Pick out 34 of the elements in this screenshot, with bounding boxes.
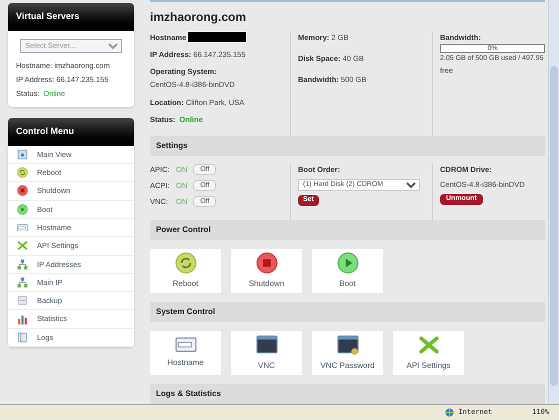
section-header: Logs & Statistics: [150, 384, 545, 404]
action-tile[interactable]: Shutdown: [231, 249, 302, 293]
action-tile[interactable]: VNC: [231, 331, 302, 375]
textbox-icon: [174, 337, 196, 353]
refresh-icon: [174, 252, 196, 274]
action-tile[interactable]: VNC Password: [312, 331, 383, 375]
stop-icon: [17, 185, 28, 196]
bar-chart-icon: [17, 314, 28, 325]
book-icon: [17, 332, 28, 343]
panel-title: Virtual Servers: [8, 3, 134, 30]
action-tile[interactable]: Hostname: [150, 331, 221, 375]
section-header: Power Control: [150, 220, 545, 240]
server-title: imzhaorong.com: [150, 8, 248, 26]
network-icon: [17, 276, 28, 288]
panel-title: Control Menu: [8, 118, 134, 146]
scrollbar[interactable]: [548, 0, 559, 404]
action-tile[interactable]: API Settings: [393, 331, 464, 375]
stop-icon: [256, 252, 278, 274]
play-icon: [336, 252, 358, 274]
textbox-icon: [17, 224, 28, 232]
crossed-arrows-icon: [418, 334, 440, 356]
play-icon: [17, 204, 28, 215]
section-header: Settings: [150, 136, 545, 156]
action-tile[interactable]: Reboot: [150, 249, 221, 293]
window-icon: [17, 148, 28, 160]
terminal-icon: [256, 334, 278, 356]
refresh-icon: [17, 167, 28, 178]
redaction-bar: [188, 32, 246, 42]
terminal-icon: [336, 334, 358, 356]
action-tile[interactable]: Boot: [312, 249, 383, 293]
globe-icon: [445, 408, 454, 417]
network-icon: [17, 258, 28, 270]
crossed-arrows-icon: [17, 240, 28, 252]
section-header: System Control: [150, 302, 545, 322]
